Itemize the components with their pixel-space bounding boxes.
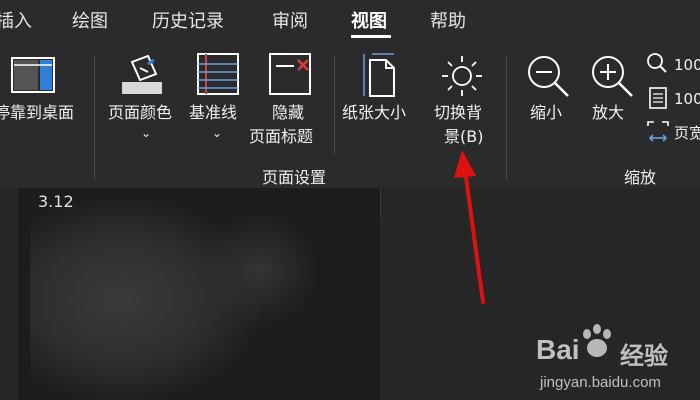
hide-page-title-button[interactable]: 隐藏 页面标题 xyxy=(249,50,330,150)
zoom-in-icon xyxy=(592,56,633,97)
ribbon-separator xyxy=(334,55,335,155)
zoom-out-icon xyxy=(528,56,569,97)
baidu-paw-logo-icon xyxy=(583,324,611,357)
watermark-brand-suffix: 经验 xyxy=(620,343,668,370)
zoom-out-label: 缩小 xyxy=(530,103,563,122)
red-arrow-annotation xyxy=(454,150,485,304)
tab-view[interactable]: 视图 xyxy=(351,7,387,33)
watermark-brand: Bai xyxy=(536,334,580,365)
switch-background-button[interactable]: 切换背 景(B) xyxy=(424,50,500,150)
page-edge-line xyxy=(380,188,381,218)
tab-draw[interactable]: 绘图 xyxy=(72,7,108,33)
zoom-in-button[interactable]: 放大 xyxy=(580,50,644,130)
page-width-label[interactable]: 页宽 xyxy=(674,122,700,144)
page-width-icon[interactable] xyxy=(646,120,670,144)
hide-title-icon xyxy=(269,53,311,95)
zoom-out-button[interactable]: 缩小 xyxy=(516,50,580,130)
tab-review[interactable]: 审阅 xyxy=(272,7,308,33)
tab-insert[interactable]: 插入 xyxy=(0,7,32,33)
ribbon-separator xyxy=(94,55,95,180)
document-text[interactable]: 3.12 xyxy=(38,192,74,211)
hide-page-title-label-2: 页面标题 xyxy=(249,127,314,146)
baseline-label: 基准线 xyxy=(189,103,238,122)
page-color-label: 页面颜色 xyxy=(108,103,173,122)
page-color-button[interactable]: 页面颜色 ⌄ xyxy=(100,50,186,150)
paper-size-label: 纸张大小 xyxy=(342,103,407,122)
ribbon-separator xyxy=(506,55,507,180)
baseline-button[interactable]: 基准线 ⌄ xyxy=(186,50,252,150)
dock-to-desktop-label: 停靠到桌面 xyxy=(0,103,75,122)
ruled-lines-icon xyxy=(197,53,239,95)
sun-icon xyxy=(442,56,482,96)
paint-bucket-icon xyxy=(122,54,162,94)
zoom-group-label: 缩放 xyxy=(624,168,657,187)
hide-page-title-label-1: 隐藏 xyxy=(272,103,305,122)
watermark-url: jingyan.baidu.com xyxy=(540,374,661,391)
paper-size-button[interactable]: 纸张大小 xyxy=(338,50,420,150)
active-tab-indicator xyxy=(351,35,391,38)
page-color-chevron-icon[interactable]: ⌄ xyxy=(141,126,151,140)
zoom-in-label: 放大 xyxy=(592,103,625,122)
dock-to-desktop-button[interactable]: 停靠到桌面 xyxy=(0,50,90,130)
switch-background-label-2: 景(B) xyxy=(444,127,484,146)
dock-to-desktop-icon xyxy=(11,57,55,93)
ribbon-tab-bar: 插入 绘图 历史记录 审阅 视图 帮助 xyxy=(0,0,700,40)
blurred-content xyxy=(200,210,320,330)
zoom-100-icon[interactable] xyxy=(646,52,668,74)
tab-history[interactable]: 历史记录 xyxy=(152,7,224,33)
zoom-100-label-b[interactable]: 100 xyxy=(674,88,700,110)
paper-size-icon xyxy=(363,53,395,97)
page-setup-group-label: 页面设置 xyxy=(262,168,327,187)
tab-help[interactable]: 帮助 xyxy=(430,7,466,33)
switch-background-label-1: 切换背 xyxy=(434,103,483,122)
zoom-100-label-a[interactable]: 100 xyxy=(674,54,700,76)
baseline-chevron-icon[interactable]: ⌄ xyxy=(212,126,222,140)
page-icon[interactable] xyxy=(648,86,668,110)
